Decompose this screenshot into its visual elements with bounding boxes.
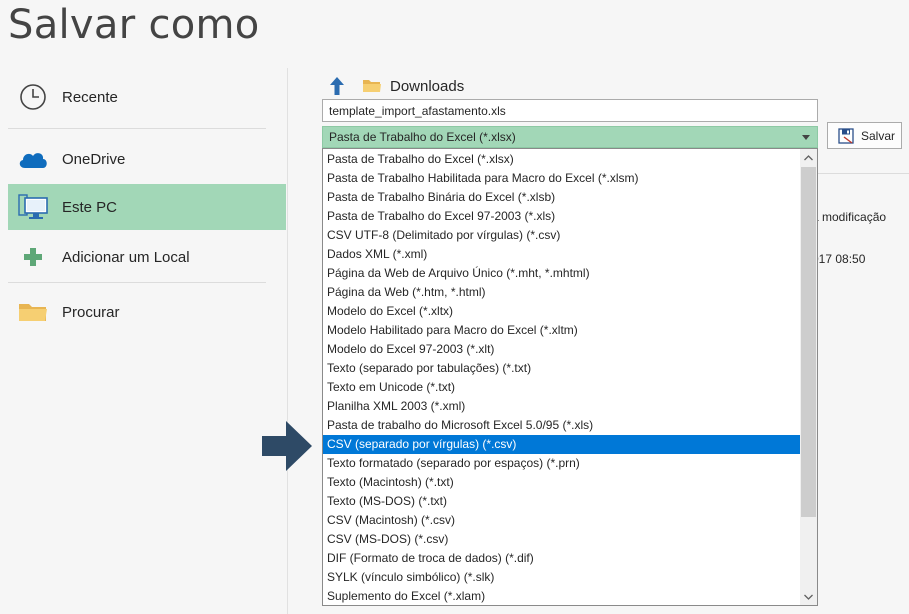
file-type-option[interactable]: Pasta de Trabalho do Excel 97-2003 (*.xl… xyxy=(323,207,801,226)
nav-item-adicionar-local[interactable]: Adicionar um Local xyxy=(8,234,286,280)
nav-item-label: Recente xyxy=(62,88,118,106)
location-bar: Downloads xyxy=(326,74,464,98)
file-type-select[interactable]: Pasta de Trabalho do Excel (*.xlsx) xyxy=(322,126,818,148)
scrollbar-thumb[interactable] xyxy=(801,167,816,517)
nav-item-recente[interactable]: Recente xyxy=(8,74,286,120)
clock-icon xyxy=(10,74,56,120)
cloud-icon xyxy=(10,136,56,182)
save-icon xyxy=(838,127,856,145)
nav-item-label: OneDrive xyxy=(62,150,126,168)
scrollbar[interactable] xyxy=(800,149,817,605)
file-type-option[interactable]: Página da Web de Arquivo Único (*.mht, *… xyxy=(323,264,801,283)
nav-item-este-pc[interactable]: Este PC xyxy=(8,184,286,230)
nav-divider xyxy=(8,128,266,129)
scroll-up-icon[interactable] xyxy=(800,149,817,166)
annotation-arrow-icon xyxy=(262,421,312,471)
nav-item-onedrive[interactable]: OneDrive xyxy=(8,136,286,182)
file-type-option[interactable]: Texto em Unicode (*.txt) xyxy=(323,378,801,397)
file-modified-date: 017 08:50 xyxy=(812,252,866,266)
file-type-option[interactable]: Modelo Habilitado para Macro do Excel (*… xyxy=(323,321,801,340)
modified-column-header[interactable]: a modificação xyxy=(812,210,886,224)
file-type-option[interactable]: CSV UTF-8 (Delimitado por vírgulas) (*.c… xyxy=(323,226,801,245)
file-type-option[interactable]: Suplemento do Excel (*.xlam) xyxy=(323,587,801,605)
nav-item-label: Adicionar um Local xyxy=(62,248,190,266)
file-type-selected-label: Pasta de Trabalho do Excel (*.xlsx) xyxy=(329,130,516,144)
nav-item-label: Procurar xyxy=(62,303,120,321)
folder-icon xyxy=(10,289,56,335)
file-type-options: Pasta de Trabalho do Excel (*.xlsx) Pasta… xyxy=(323,150,801,605)
save-button-label: Salvar xyxy=(861,128,896,143)
file-type-option[interactable]: DIF (Formato de troca de dados) (*.dif) xyxy=(323,549,801,568)
file-list-divider xyxy=(816,173,909,174)
file-type-option[interactable]: Modelo do Excel 97-2003 (*.xlt) xyxy=(323,340,801,359)
file-type-option[interactable]: CSV (MS-DOS) (*.csv) xyxy=(323,530,801,549)
file-type-option[interactable]: Pasta de Trabalho Habilitada para Macro … xyxy=(323,169,801,188)
pane-divider xyxy=(287,68,288,614)
save-button[interactable]: Salvar xyxy=(827,122,902,149)
scroll-down-icon[interactable] xyxy=(800,588,817,605)
nav-divider xyxy=(8,282,266,283)
file-type-option[interactable]: Texto (MS-DOS) (*.txt) xyxy=(323,492,801,511)
file-type-option[interactable]: Texto formatado (separado por espaços) (… xyxy=(323,454,801,473)
file-type-option[interactable]: SYLK (vínculo simbólico) (*.slk) xyxy=(323,568,801,587)
file-type-option[interactable]: Página da Web (*.htm, *.html) xyxy=(323,283,801,302)
nav-item-procurar[interactable]: Procurar xyxy=(8,289,286,335)
file-type-option[interactable]: Texto (separado por tabulações) (*.txt) xyxy=(323,359,801,378)
file-type-option[interactable]: Planilha XML 2003 (*.xml) xyxy=(323,397,801,416)
current-folder-label[interactable]: Downloads xyxy=(390,78,464,95)
up-arrow-icon[interactable] xyxy=(326,75,348,97)
filename-input[interactable]: template_import_afastamento.xls xyxy=(322,99,818,122)
file-type-option[interactable]: Pasta de Trabalho do Excel (*.xlsx) xyxy=(323,150,801,169)
file-type-option[interactable]: Pasta de trabalho do Microsoft Excel 5.0… xyxy=(323,416,801,435)
file-type-option[interactable]: CSV (Macintosh) (*.csv) xyxy=(323,511,801,530)
page-title: Salvar como xyxy=(8,2,260,48)
folder-icon xyxy=(362,75,384,97)
computer-icon xyxy=(10,184,56,230)
plus-icon xyxy=(10,234,56,280)
file-type-option[interactable]: Dados XML (*.xml) xyxy=(323,245,801,264)
file-type-option[interactable]: Modelo do Excel (*.xltx) xyxy=(323,302,801,321)
nav-item-label: Este PC xyxy=(62,198,118,216)
file-type-option[interactable]: Texto (Macintosh) (*.txt) xyxy=(323,473,801,492)
chevron-down-icon xyxy=(802,135,810,140)
file-type-option[interactable]: Pasta de Trabalho Binária do Excel (*.xl… xyxy=(323,188,801,207)
file-type-dropdown-list[interactable]: Pasta de Trabalho do Excel (*.xlsx) Pasta… xyxy=(322,148,818,606)
file-type-option[interactable]: CSV (separado por vírgulas) (*.csv) xyxy=(323,435,801,454)
